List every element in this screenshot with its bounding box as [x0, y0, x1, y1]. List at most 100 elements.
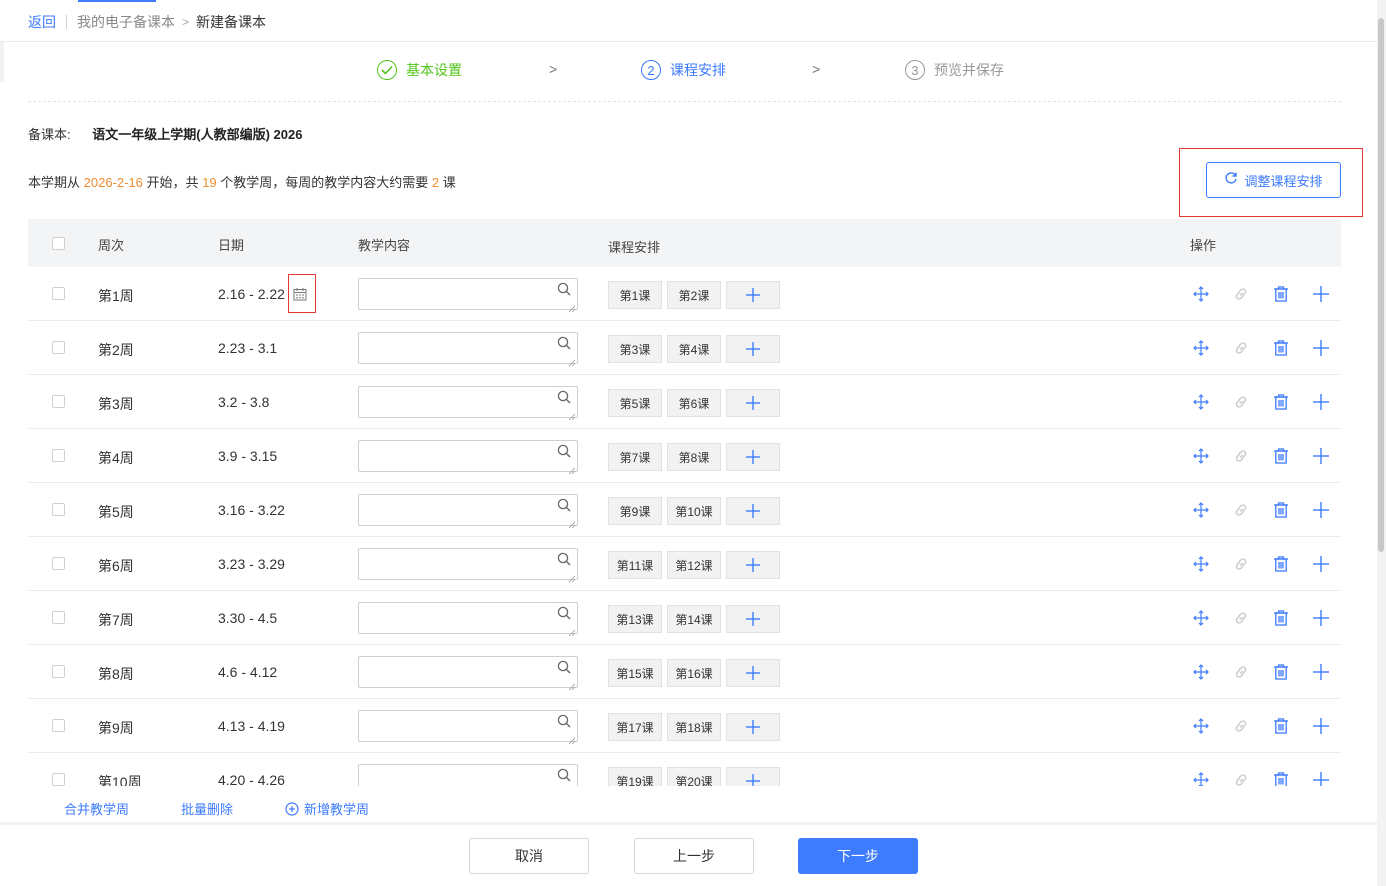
resize-handle-icon[interactable]: [568, 678, 576, 691]
add-lesson-button[interactable]: [726, 713, 780, 741]
resize-handle-icon[interactable]: [568, 408, 576, 421]
plus-icon[interactable]: [1310, 769, 1332, 786]
add-lesson-button[interactable]: [726, 443, 780, 471]
search-icon[interactable]: [557, 444, 571, 458]
link-icon[interactable]: [1230, 769, 1252, 786]
lesson-chip[interactable]: 第7课: [608, 443, 662, 471]
trash-icon[interactable]: [1270, 499, 1292, 521]
lesson-chip[interactable]: 第5课: [608, 389, 662, 417]
row-checkbox[interactable]: [52, 449, 65, 462]
resize-handle-icon[interactable]: [568, 624, 576, 637]
move-icon[interactable]: [1190, 715, 1212, 737]
move-icon[interactable]: [1190, 607, 1212, 629]
resize-handle-icon[interactable]: [568, 570, 576, 583]
search-icon[interactable]: [557, 660, 571, 674]
lesson-chip[interactable]: 第18课: [667, 713, 721, 741]
teaching-content-input[interactable]: [358, 494, 578, 529]
add-lesson-button[interactable]: [726, 659, 780, 687]
teaching-content-input[interactable]: [358, 656, 578, 691]
select-all-checkbox[interactable]: [52, 237, 65, 250]
link-icon[interactable]: [1230, 715, 1252, 737]
teaching-content-input[interactable]: [358, 332, 578, 367]
link-icon[interactable]: [1230, 283, 1252, 305]
breadcrumb-parent[interactable]: 我的电子备课本: [77, 12, 175, 32]
lesson-chip[interactable]: 第3课: [608, 335, 662, 363]
add-lesson-button[interactable]: [726, 551, 780, 579]
plus-icon[interactable]: [1310, 445, 1332, 467]
teaching-content-input[interactable]: [358, 278, 578, 313]
lesson-chip[interactable]: 第6课: [667, 389, 721, 417]
plus-icon[interactable]: [1310, 715, 1332, 737]
merge-weeks-link[interactable]: 合并教学周: [64, 799, 129, 818]
add-lesson-button[interactable]: [726, 497, 780, 525]
add-lesson-button[interactable]: [726, 767, 780, 786]
search-icon[interactable]: [557, 552, 571, 566]
back-link[interactable]: 返回: [28, 12, 56, 32]
plus-icon[interactable]: [1310, 337, 1332, 359]
link-icon[interactable]: [1230, 391, 1252, 413]
add-lesson-button[interactable]: [726, 605, 780, 633]
search-icon[interactable]: [557, 282, 571, 296]
lesson-chip[interactable]: 第10课: [667, 497, 721, 525]
teaching-content-input[interactable]: [358, 602, 578, 637]
link-icon[interactable]: [1230, 337, 1252, 359]
plus-icon[interactable]: [1310, 391, 1332, 413]
search-icon[interactable]: [557, 390, 571, 404]
row-checkbox[interactable]: [52, 503, 65, 516]
lesson-chip[interactable]: 第9课: [608, 497, 662, 525]
trash-icon[interactable]: [1270, 661, 1292, 683]
lesson-chip[interactable]: 第13课: [608, 605, 662, 633]
row-checkbox[interactable]: [52, 611, 65, 624]
trash-icon[interactable]: [1270, 337, 1292, 359]
lesson-chip[interactable]: 第12课: [667, 551, 721, 579]
lesson-chip[interactable]: 第1课: [608, 281, 662, 309]
teaching-content-input[interactable]: [358, 548, 578, 583]
link-icon[interactable]: [1230, 499, 1252, 521]
row-checkbox[interactable]: [52, 773, 65, 786]
resize-handle-icon[interactable]: [568, 300, 576, 313]
trash-icon[interactable]: [1270, 715, 1292, 737]
plus-icon[interactable]: [1310, 499, 1332, 521]
plus-icon[interactable]: [1310, 283, 1332, 305]
step-course-schedule[interactable]: 2 课程安排: [641, 60, 726, 80]
move-icon[interactable]: [1190, 283, 1212, 305]
search-icon[interactable]: [557, 714, 571, 728]
resize-handle-icon[interactable]: [568, 732, 576, 745]
lesson-chip[interactable]: 第4课: [667, 335, 721, 363]
trash-icon[interactable]: [1270, 445, 1292, 467]
teaching-content-input[interactable]: [358, 764, 578, 786]
trash-icon[interactable]: [1270, 769, 1292, 786]
link-icon[interactable]: [1230, 553, 1252, 575]
search-icon[interactable]: [557, 498, 571, 512]
resize-handle-icon[interactable]: [568, 354, 576, 367]
page-scrollbar-thumb[interactable]: [1378, 18, 1384, 552]
teaching-content-input[interactable]: [358, 386, 578, 421]
calendar-icon[interactable]: [293, 287, 307, 304]
link-icon[interactable]: [1230, 445, 1252, 467]
link-icon[interactable]: [1230, 661, 1252, 683]
lesson-chip[interactable]: 第19课: [608, 767, 662, 786]
search-icon[interactable]: [557, 768, 571, 782]
move-icon[interactable]: [1190, 391, 1212, 413]
lesson-chip[interactable]: 第14课: [667, 605, 721, 633]
row-checkbox[interactable]: [52, 341, 65, 354]
move-icon[interactable]: [1190, 445, 1212, 467]
teaching-content-input[interactable]: [358, 710, 578, 745]
row-checkbox[interactable]: [52, 557, 65, 570]
plus-icon[interactable]: [1310, 661, 1332, 683]
add-lesson-button[interactable]: [726, 335, 780, 363]
move-icon[interactable]: [1190, 661, 1212, 683]
lesson-chip[interactable]: 第2课: [667, 281, 721, 309]
search-icon[interactable]: [557, 336, 571, 350]
move-icon[interactable]: [1190, 337, 1212, 359]
lesson-chip[interactable]: 第17课: [608, 713, 662, 741]
step-preview-save[interactable]: 3 预览并保存: [905, 60, 1004, 80]
trash-icon[interactable]: [1270, 391, 1292, 413]
trash-icon[interactable]: [1270, 553, 1292, 575]
resize-handle-icon[interactable]: [568, 516, 576, 529]
teaching-content-input[interactable]: [358, 440, 578, 475]
trash-icon[interactable]: [1270, 283, 1292, 305]
add-lesson-button[interactable]: [726, 389, 780, 417]
lesson-chip[interactable]: 第20课: [667, 767, 721, 786]
add-week-link[interactable]: 新增教学周: [285, 799, 369, 818]
